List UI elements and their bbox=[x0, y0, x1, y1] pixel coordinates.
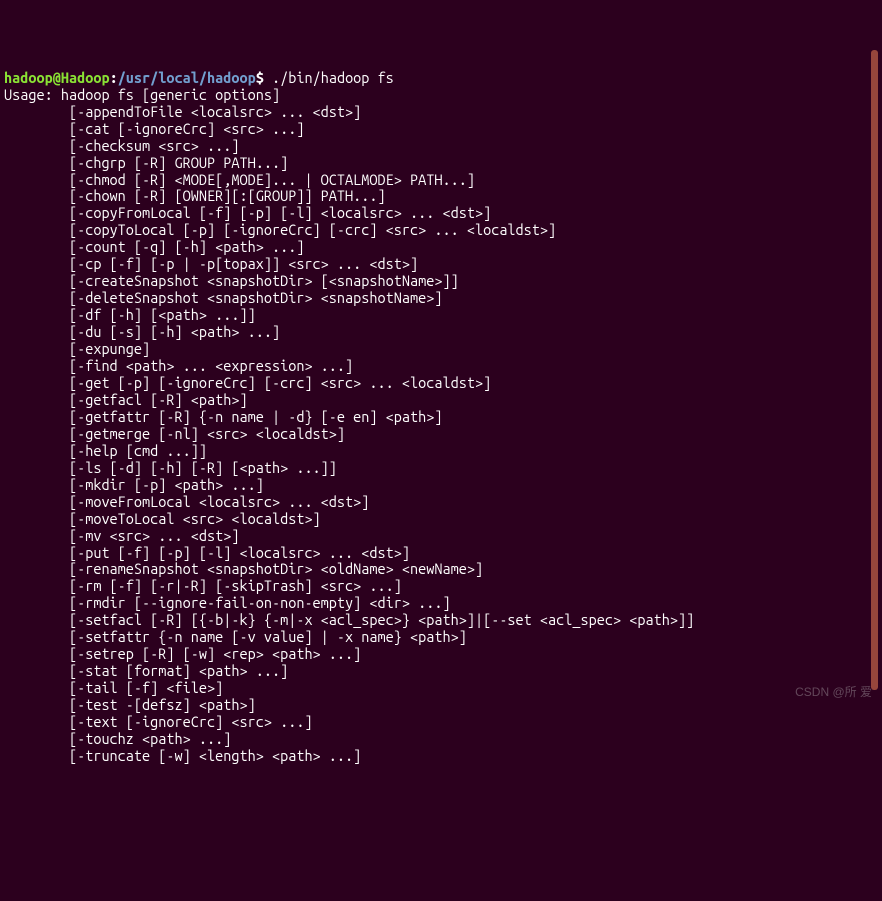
scrollbar[interactable] bbox=[871, 50, 878, 690]
prompt-dollar: $ bbox=[256, 69, 272, 86]
watermark: CSDN @所 爱 bbox=[795, 685, 872, 699]
prompt-path: /usr/local/hadoop bbox=[118, 69, 256, 86]
terminal-output[interactable]: hadoop@Hadoop:/usr/local/hadoop$ ./bin/h… bbox=[4, 70, 878, 765]
command-text: ./bin/hadoop fs bbox=[272, 69, 394, 86]
prompt-user-host: hadoop@Hadoop bbox=[4, 69, 110, 86]
command-list: [-appendToFile <localsrc> ... <dst>] [-c… bbox=[4, 104, 878, 765]
usage-line: Usage: hadoop fs [generic options] bbox=[4, 86, 280, 103]
prompt-separator: : bbox=[110, 69, 118, 86]
